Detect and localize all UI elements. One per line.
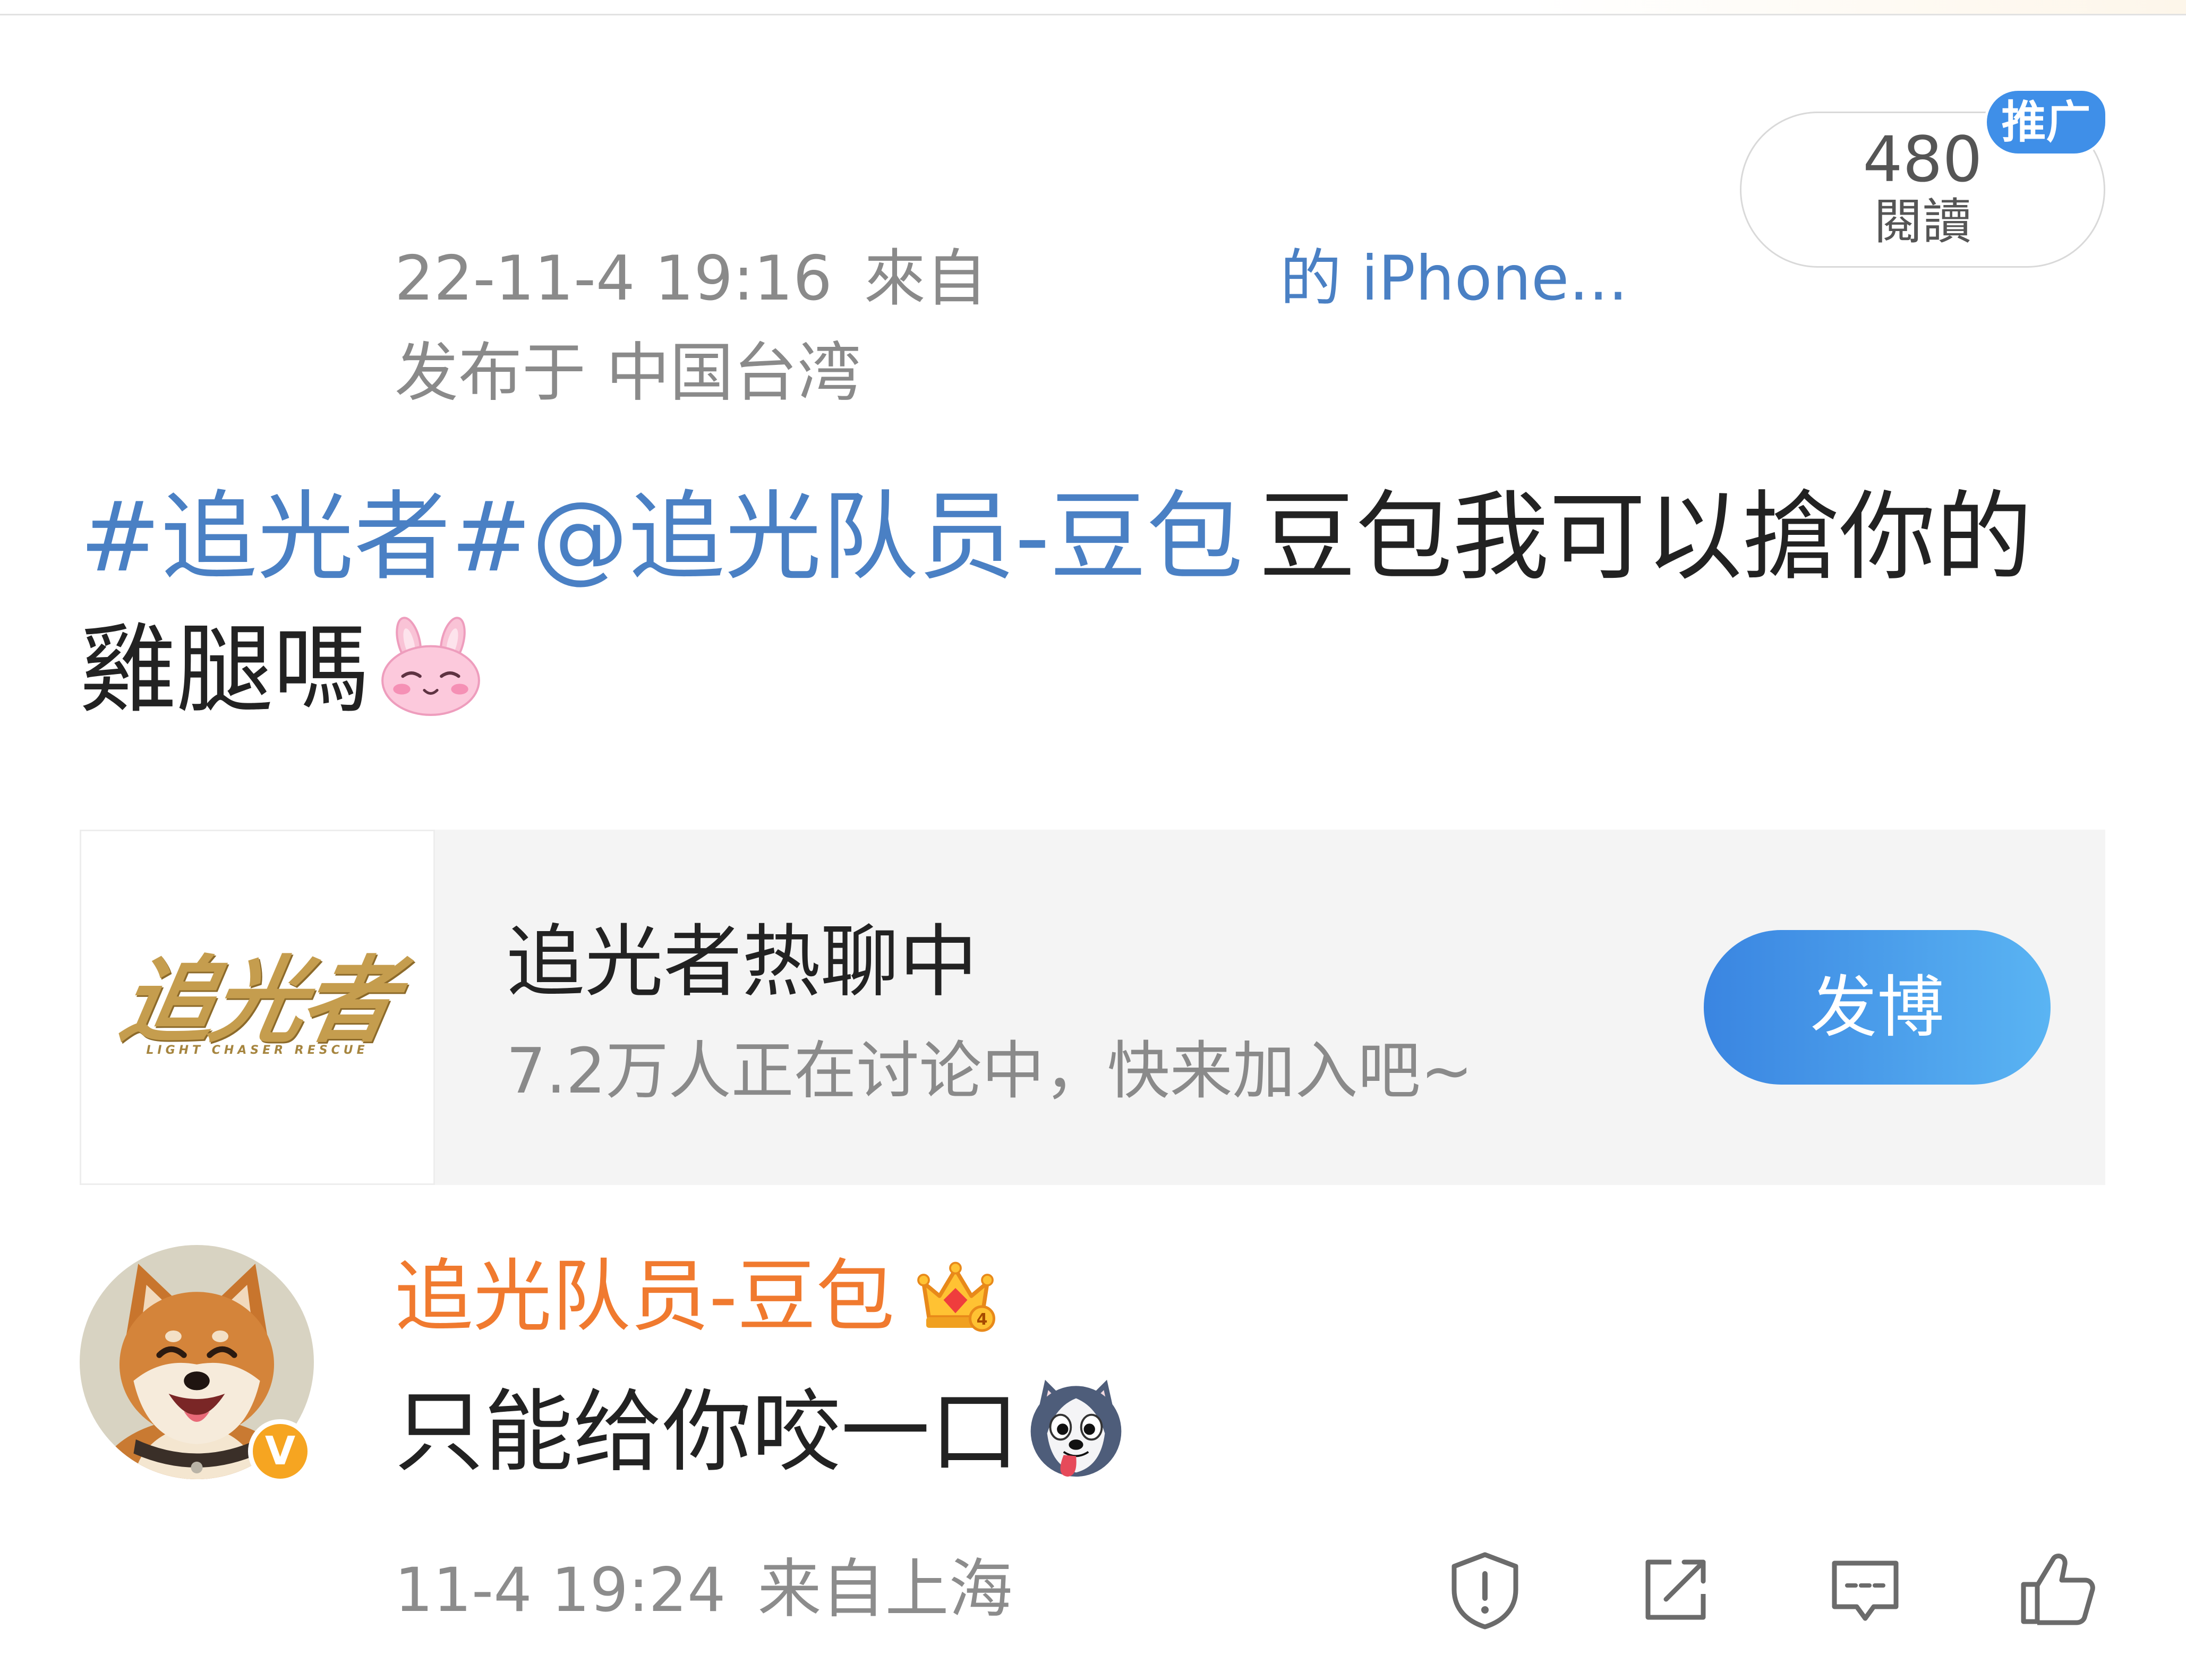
post-weibo-button[interactable]: 发博: [1704, 930, 2051, 1085]
share-icon[interactable]: [1633, 1547, 1718, 1632]
top-divider: [0, 0, 2186, 15]
topic-logo: 追光者 LIGHT CHASER RESCUE: [80, 830, 435, 1185]
comment-location: 来自上海: [757, 1553, 1013, 1626]
topic-logo-subtext: LIGHT CHASER RESCUE: [146, 1044, 369, 1057]
report-icon[interactable]: [1442, 1547, 1527, 1632]
post-source-device-link[interactable]: 的 iPhone...: [1280, 239, 1628, 319]
crown-icon: 4: [916, 1259, 996, 1333]
like-icon[interactable]: [2014, 1547, 2099, 1632]
comment-author-row: 追光队员-豆包 4: [395, 1249, 996, 1344]
post-source-prefix: 來自: [864, 243, 987, 314]
topic-card-title: 追光者热聊中: [506, 916, 978, 1008]
bunny-smile-emoji-icon: [377, 611, 484, 718]
topic-link[interactable]: #追光者#: [80, 481, 532, 593]
topic-card-subtitle: 7.2万人正在讨论中，快来加入吧~: [506, 1034, 1473, 1107]
comment-icon[interactable]: [1823, 1547, 1908, 1632]
husky-emoji-icon: [1024, 1376, 1128, 1479]
mention-link[interactable]: @追光队员-豆包: [532, 481, 1243, 593]
comment-text-row: 只能给你咬一口: [395, 1376, 1128, 1484]
comment-author-name[interactable]: 追光队员-豆包: [395, 1251, 894, 1342]
comment-text: 只能给你咬一口: [395, 1380, 1019, 1484]
post-text: #追光者#@追光队员-豆包 豆包我可以搶你的雞腿嗎: [80, 471, 2105, 736]
post-meta-line: 22-11-4 19:16 來自: [395, 239, 987, 319]
promoted-badge: 推广: [1987, 91, 2105, 153]
topic-card[interactable]: 追光者 LIGHT CHASER RESCUE 追光者热聊中 7.2万人正在讨论…: [80, 830, 2105, 1185]
crown-level: 4: [977, 1310, 988, 1329]
post-location: 发布于 中国台湾: [395, 336, 861, 410]
post-timestamp: 22-11-4 19:16: [395, 243, 832, 314]
comment-footer: 11-4 19:24 来自上海: [395, 1550, 1013, 1630]
topic-logo-text: 追光者: [112, 946, 403, 1055]
comment-timestamp: 11-4 19:24: [395, 1555, 726, 1625]
verified-badge: V: [248, 1419, 312, 1483]
read-count-label: 閱讀: [1873, 193, 1971, 250]
